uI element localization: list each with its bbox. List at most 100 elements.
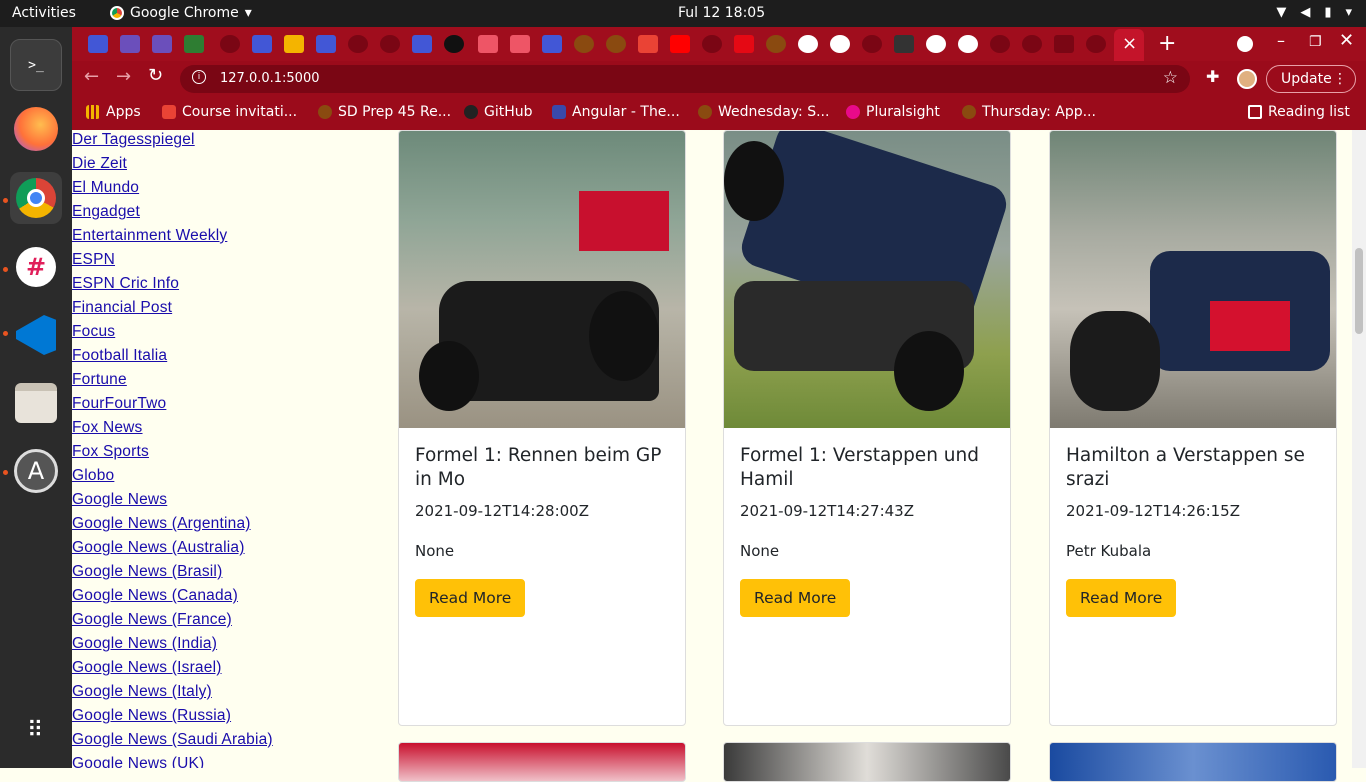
source-link[interactable]: Focus: [72, 320, 392, 344]
bookmark-apps[interactable]: Apps: [86, 104, 141, 120]
page-scrollbar[interactable]: [1352, 130, 1366, 768]
close-tab-icon[interactable]: ×: [1122, 33, 1137, 54]
bookmark-wednesday[interactable]: Wednesday: S...: [698, 104, 829, 120]
source-link[interactable]: Entertainment Weekly: [72, 224, 392, 248]
tab-favicon[interactable]: [766, 35, 786, 53]
firefox-icon[interactable]: [10, 103, 62, 155]
source-link[interactable]: Google News: [72, 488, 392, 512]
source-link[interactable]: El Mundo: [72, 176, 392, 200]
chrome-dock-icon[interactable]: [10, 172, 62, 224]
read-more-button[interactable]: Read More: [1066, 579, 1177, 617]
source-link[interactable]: Google News (Argentina): [72, 512, 392, 536]
back-icon[interactable]: ←: [84, 66, 99, 87]
source-link[interactable]: Globo: [72, 464, 392, 488]
read-more-button[interactable]: Read More: [415, 579, 526, 617]
news-source-list: Der Tagesspiegel Die Zeit El Mundo Engad…: [72, 130, 392, 768]
files-icon[interactable]: [10, 377, 62, 429]
clock[interactable]: Ful 12 18:05: [678, 5, 765, 21]
read-more-button[interactable]: Read More: [740, 579, 851, 617]
bookmark-angular[interactable]: Angular - The...: [552, 104, 680, 120]
source-link[interactable]: Google News (Israel): [72, 656, 392, 680]
tab-favicon[interactable]: [284, 35, 304, 53]
source-link[interactable]: Google News (Italy): [72, 680, 392, 704]
tab-favicon[interactable]: [702, 35, 722, 53]
source-link[interactable]: ESPN Cric Info: [72, 272, 392, 296]
source-link[interactable]: Fox Sports: [72, 440, 392, 464]
bookmark-sd-prep[interactable]: SD Prep 45 Re...: [318, 104, 451, 120]
source-link[interactable]: Google News (France): [72, 608, 392, 632]
source-link[interactable]: ESPN: [72, 248, 392, 272]
extensions-icon[interactable]: ✚: [1206, 67, 1219, 86]
tab-favicon[interactable]: [830, 35, 850, 53]
address-bar[interactable]: i 127.0.0.1:5000 ☆: [180, 65, 1190, 93]
tab-favicon[interactable]: [152, 35, 172, 53]
source-link[interactable]: Google News (Brasil): [72, 560, 392, 584]
source-link[interactable]: Google News (Australia): [72, 536, 392, 560]
tab-favicon[interactable]: [380, 35, 400, 53]
tab-favicon[interactable]: [670, 35, 690, 53]
tab-favicon[interactable]: [958, 35, 978, 53]
close-window-icon[interactable]: ✕: [1339, 30, 1354, 51]
source-link[interactable]: Google News (Saudi Arabia): [72, 728, 392, 752]
bookmark-course[interactable]: Course invitati...: [162, 104, 297, 120]
bookmark-github[interactable]: GitHub: [464, 104, 533, 120]
app-menu[interactable]: Google Chrome ▾: [110, 5, 252, 21]
source-link[interactable]: Google News (UK): [72, 752, 392, 768]
tab-favicon[interactable]: [184, 35, 204, 53]
source-link[interactable]: Fortune: [72, 368, 392, 392]
reading-list-button[interactable]: Reading list: [1248, 104, 1350, 120]
update-button[interactable]: Update ⋮: [1266, 65, 1356, 93]
terminal-icon[interactable]: >_: [10, 39, 62, 91]
scrollbar-thumb[interactable]: [1355, 248, 1363, 334]
tab-favicon[interactable]: [412, 35, 432, 53]
tab-favicon[interactable]: [926, 35, 946, 53]
tab-favicon[interactable]: [798, 35, 818, 53]
source-link[interactable]: Financial Post: [72, 296, 392, 320]
tab-favicon[interactable]: [990, 35, 1010, 53]
reload-icon[interactable]: ↻: [148, 65, 163, 86]
source-link[interactable]: Google News (Russia): [72, 704, 392, 728]
forward-icon[interactable]: →: [116, 66, 131, 87]
tab-favicon[interactable]: [606, 35, 626, 53]
system-tray[interactable]: ▼ ◀ ▮ ▾: [1276, 5, 1352, 20]
tab-favicon[interactable]: [220, 35, 240, 53]
source-link[interactable]: Google News (India): [72, 632, 392, 656]
bookmark-star-icon[interactable]: ☆: [1163, 68, 1178, 88]
tab-favicon[interactable]: [1022, 35, 1042, 53]
software-center-icon[interactable]: A: [10, 445, 62, 497]
tab-favicon[interactable]: [348, 35, 368, 53]
source-link[interactable]: Die Zeit: [72, 152, 392, 176]
tab-favicon[interactable]: [444, 35, 464, 53]
source-link[interactable]: Football Italia: [72, 344, 392, 368]
tab-favicon[interactable]: [316, 35, 336, 53]
activities-button[interactable]: Activities: [12, 5, 76, 21]
minimize-icon[interactable]: –: [1277, 31, 1285, 50]
tab-favicon[interactable]: [88, 35, 108, 53]
tab-favicon[interactable]: [574, 35, 594, 53]
tab-favicon[interactable]: [510, 35, 530, 53]
vscode-icon[interactable]: [10, 309, 62, 361]
tab-favicon[interactable]: [862, 35, 882, 53]
bookmark-pluralsight[interactable]: Pluralsight: [846, 104, 940, 120]
source-link[interactable]: FourFourTwo: [72, 392, 392, 416]
source-link[interactable]: Engadget: [72, 200, 392, 224]
tab-favicon[interactable]: [542, 35, 562, 53]
slack-icon[interactable]: #: [10, 241, 62, 293]
tab-favicon[interactable]: [894, 35, 914, 53]
tab-favicon[interactable]: [1086, 35, 1106, 53]
avatar[interactable]: [1237, 69, 1257, 89]
bookmark-thursday[interactable]: Thursday: App...: [962, 104, 1096, 120]
tab-favicon[interactable]: [120, 35, 140, 53]
source-link[interactable]: Der Tagesspiegel: [72, 130, 392, 152]
tab-search-icon[interactable]: [1237, 36, 1253, 52]
tab-favicon[interactable]: [638, 35, 658, 53]
show-apps-icon[interactable]: ⠿: [10, 705, 62, 757]
source-link[interactable]: Fox News: [72, 416, 392, 440]
tab-favicon[interactable]: [252, 35, 272, 53]
maximize-icon[interactable]: ❐: [1309, 34, 1322, 50]
source-link[interactable]: Google News (Canada): [72, 584, 392, 608]
tab-favicon[interactable]: [734, 35, 754, 53]
tab-favicon[interactable]: [478, 35, 498, 53]
new-tab-icon[interactable]: +: [1158, 31, 1176, 56]
tab-favicon[interactable]: [1054, 35, 1074, 53]
